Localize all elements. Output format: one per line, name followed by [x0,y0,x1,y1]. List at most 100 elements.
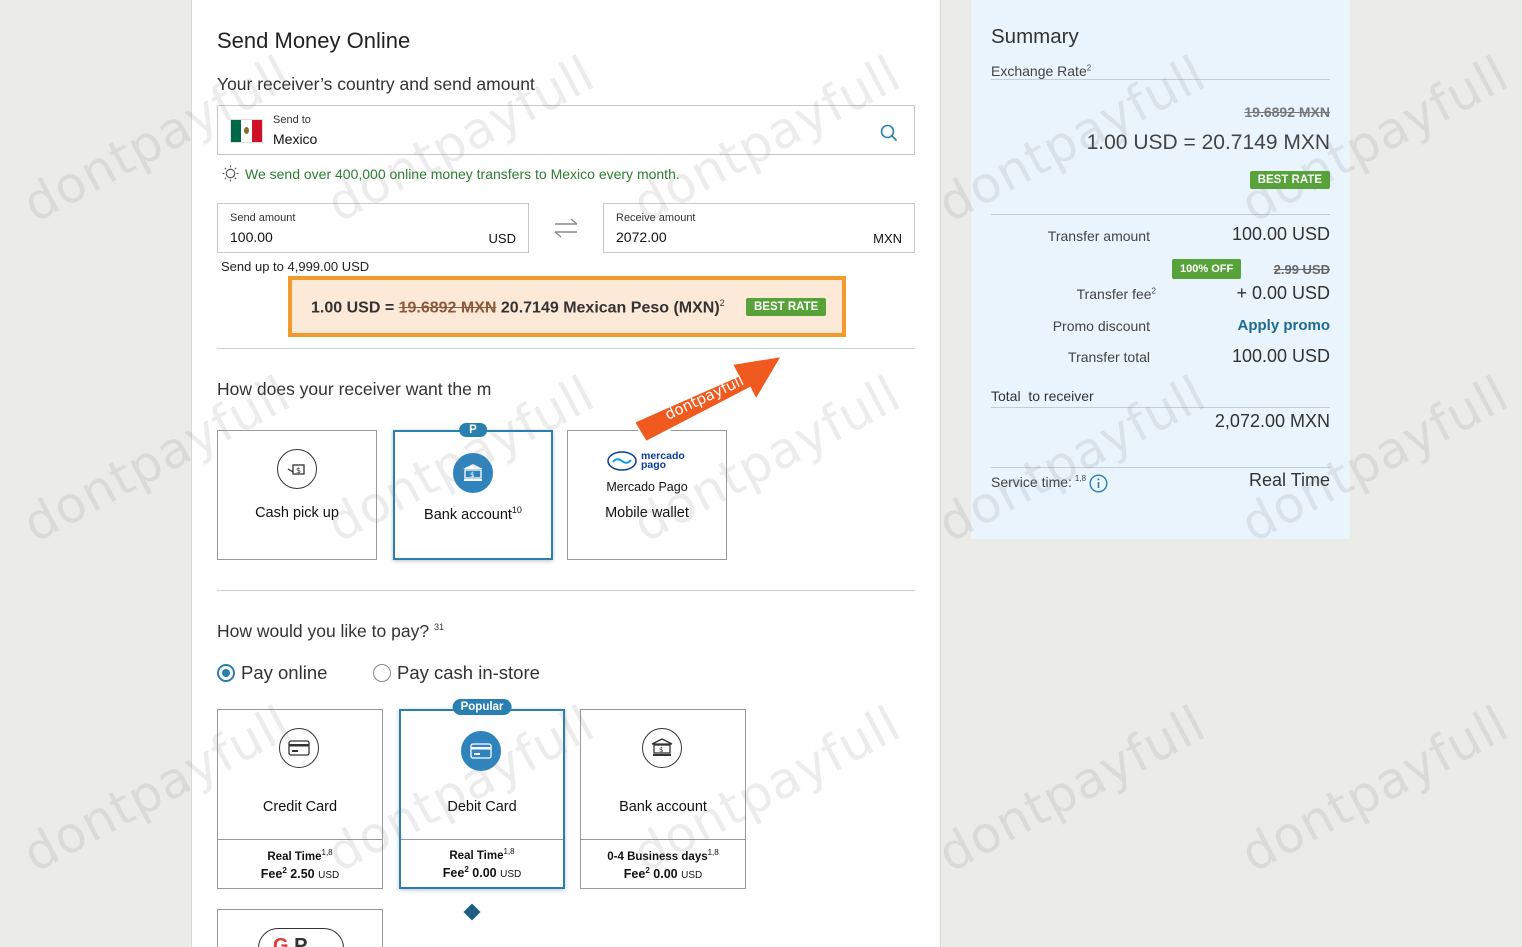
watermark-text: dontpayfull [928,694,1216,884]
exchange-rate-banner: 1.00 USD = 19.6892 MXN 20.7149 Mexican P… [288,276,846,337]
credit-card-tile[interactable]: Credit Card Real Time1,8 Fee2 2.50 USD [217,709,383,889]
tile-separator [581,839,745,840]
pay-cash-label[interactable]: Pay cash in-store [397,662,540,684]
fee-sup: 2 [282,866,287,875]
selection-indicator [463,903,481,921]
send-to-value: Mexico [273,131,318,147]
fee-sup: 2 [464,865,469,874]
service-time-label-text: Service time: [991,474,1072,490]
bank-account-fee-value: 0.00 [653,867,678,882]
transfer-fee-label: Transfer fee2 [1077,286,1156,302]
total-receiver-label: Total to receiver [991,388,1094,404]
fee-label: Fee [623,867,646,882]
promo-arrow-overlay: dontpayfull [632,354,784,444]
best-rate-badge: BEST RATE [746,298,827,316]
bank-account-sup: 10 [511,505,522,515]
fee-currency: USD [500,869,522,881]
debit-card-label: Debit Card [447,799,517,815]
country-section-title: Your receiver’s country and send amount [217,74,535,94]
search-icon[interactable] [880,124,898,142]
summary-divider [991,467,1330,468]
exchange-rate-sup: 2 [1086,63,1092,73]
swap-icon[interactable] [553,218,579,238]
discount-badge: 100% OFF [1172,259,1242,279]
mercado-pago-logo: mercado pago [607,451,685,471]
time-sup: 1,8 [503,847,515,856]
fee-sup: 2 [645,866,650,875]
receive-amount-label: Receive amount [616,212,696,224]
send-amount-currency: USD [488,231,516,246]
credit-card-fee: Fee2 2.50 USD [218,866,382,881]
rate-sup: 2 [719,298,725,308]
mercado-brand-line2: pago [641,459,667,471]
bank-account-time: 0-4 Business days1,8 [581,848,745,863]
transfer-fee-value: + 0.00 USD [1236,283,1330,303]
exchange-rate-label-text: Exchange Rate [991,63,1087,79]
send-amount-label: Send amount [230,212,296,224]
send-money-form: Send Money Online Your receiver’s countr… [191,0,941,947]
info-icon[interactable] [1089,474,1108,493]
service-time-sup: 1,8 [1074,474,1087,483]
pay-title-sup: 31 [433,622,444,633]
pay-online-radio[interactable] [217,664,235,682]
total-receiver-value: 2,072.00 MXN [1214,411,1330,431]
fee-currency: USD [318,870,340,882]
pay-title: How would you like to pay? 31 [217,621,444,642]
svg-text:$: $ [296,466,301,475]
page-title: Send Money Online [217,28,411,53]
service-time-label: Service time: 1,8 [991,474,1108,493]
svg-text:$: $ [470,471,474,479]
arrow-text: dontpayfull [662,371,746,423]
fee-label: Fee [260,867,283,882]
receive-method-title: How does your receiver want the m [217,379,492,399]
transfer-fee-sup: 2 [1151,286,1156,296]
mercado-pago-sublabel: Mercado Pago [606,480,688,494]
mexico-flag-icon [230,119,263,143]
cash-hand-icon: $ [277,449,317,489]
service-time-value: Real Time [1248,470,1330,490]
old-rate: 19.6892 MXN [398,299,497,317]
pay-online-label[interactable]: Pay online [241,662,327,684]
send-amount-value[interactable]: 100.00 [230,229,273,245]
send-amount-field[interactable]: Send amount 100.00 USD [217,203,529,253]
section-divider [217,590,915,591]
transfer-amount-label: Transfer amount [1047,228,1150,244]
bank-account-fee: Fee2 0.00 USD [581,866,745,881]
bank-icon: $ [642,728,682,768]
debit-card-tile[interactable]: Popular Debit Card Real Time1,8 Fee2 0.0… [399,699,565,889]
rate-prefix: 1.00 USD = [311,299,395,317]
transfer-total-value: 100.00 USD [1231,346,1330,366]
fee-currency: USD [681,870,703,882]
bank-icon: $ [453,453,493,493]
popular-badge: Popular [452,699,512,715]
new-rate: 20.7149 Mexican Peso (MXN) [500,299,720,317]
time-sup: 1,8 [321,848,333,857]
send-to-label: Send to [273,114,311,126]
apply-promo-link[interactable]: Apply promo [1238,317,1331,334]
debit-card-time: Real Time1,8 [401,847,563,862]
cash-pickup-tile[interactable]: $ Cash pick up [217,430,377,560]
summary-old-rate: 19.6892 MXN [1244,104,1330,120]
receive-amount-value[interactable]: 2072.00 [616,229,667,245]
time-sup: 1,8 [707,848,719,857]
old-fee: 2.99 USD [1273,262,1330,277]
promo-discount-label: Promo discount [1052,318,1150,334]
receive-amount-field[interactable]: Receive amount 2072.00 MXN [603,203,915,253]
gpay-text: P [294,935,308,947]
country-select[interactable]: Send to Mexico [217,105,915,155]
handshake-icon [607,451,637,471]
svg-text:$: $ [659,746,663,754]
summary-rate: 1.00 USD = 20.7149 MXN [1086,131,1330,154]
bank-account-receive-tile[interactable]: P $ Bank account10 [393,423,553,560]
google-pay-tile[interactable]: G P [217,909,383,947]
summary-title: Summary [991,25,1079,48]
transfer-tip: We send over 400,000 online money transf… [222,165,680,182]
section-divider [217,348,915,349]
bank-account-receive-label: Bank account [424,506,512,523]
bank-account-pay-tile[interactable]: $ Bank account 0-4 Business days1,8 Fee2… [580,709,746,889]
credit-card-time-text: Real Time [267,850,322,863]
summary-divider [991,407,1330,408]
gpay-logo: G P [258,928,344,947]
fee-label: Fee [442,866,465,881]
pay-cash-radio[interactable] [373,664,391,682]
